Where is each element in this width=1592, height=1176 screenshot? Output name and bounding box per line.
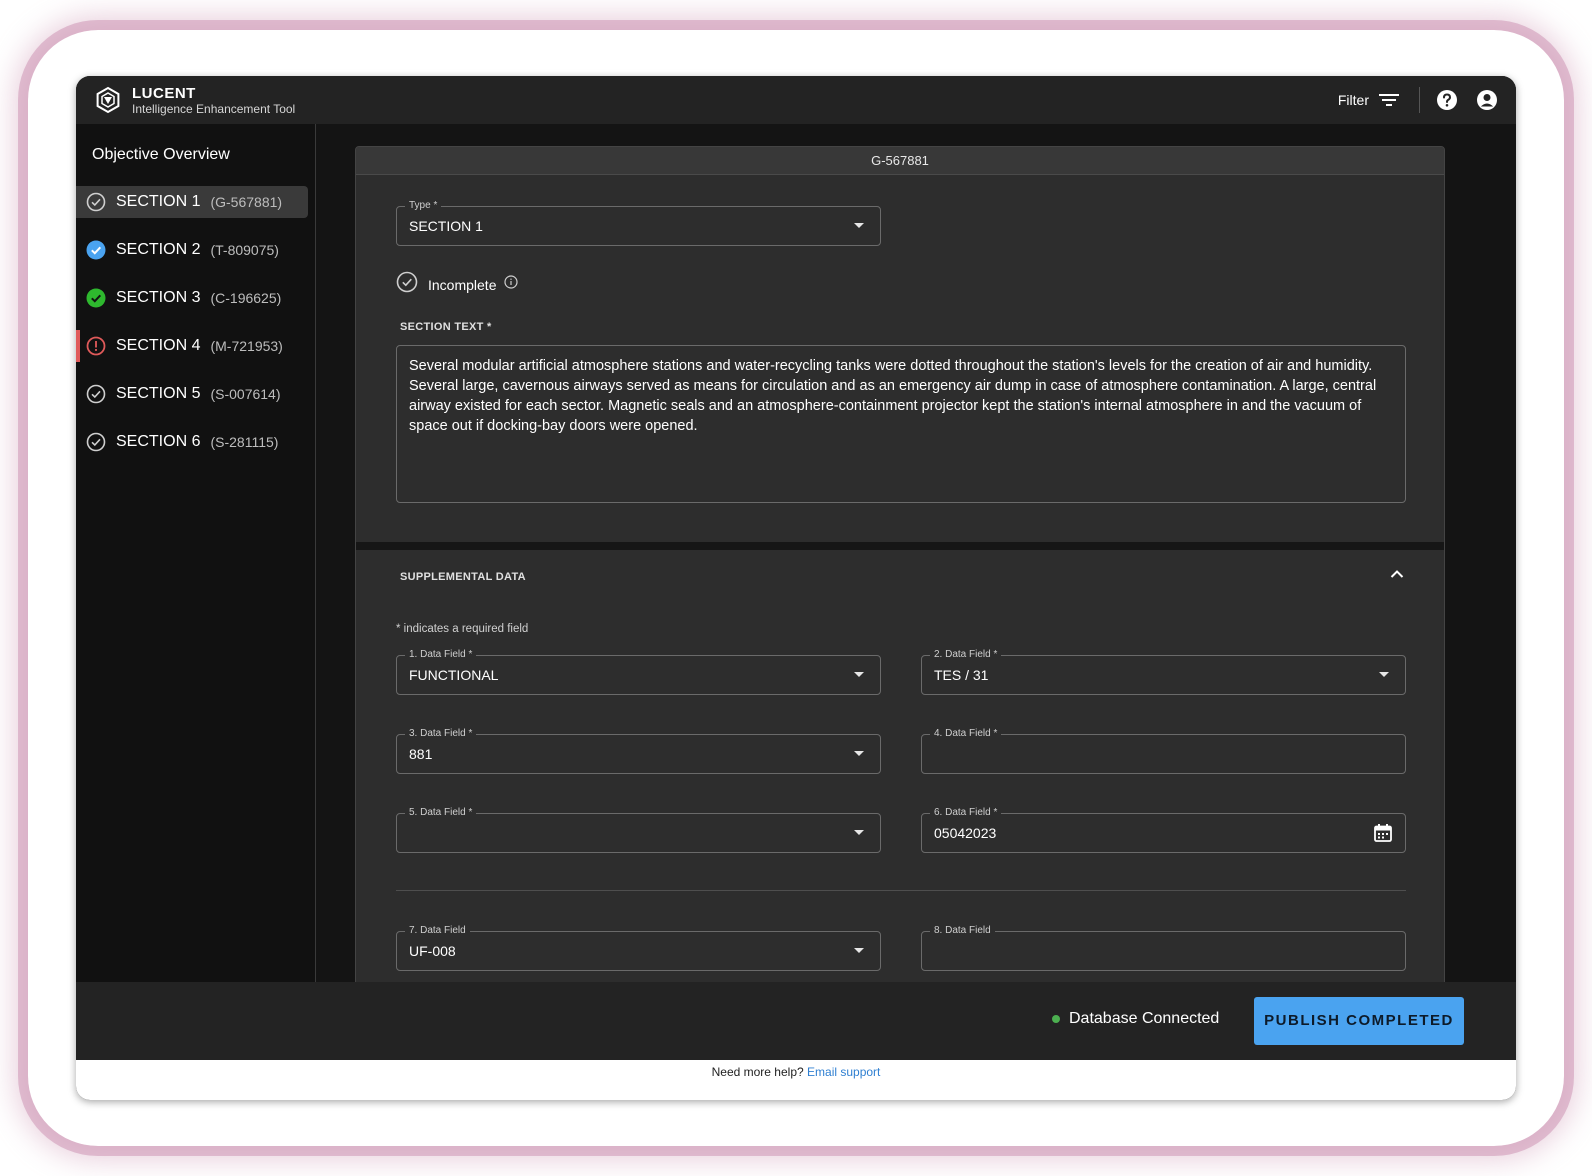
database-status-text: Database Connected xyxy=(1069,1010,1220,1027)
dropdown-arrow-icon xyxy=(854,830,864,835)
sidebar-item-code: (G-567881) xyxy=(210,194,283,210)
section-card: G-567881 Type * SECTION 1 Incomplete SEC… xyxy=(355,146,1445,998)
supplemental-title: SUPPLEMENTAL DATA xyxy=(400,571,526,583)
check-circle-outline-icon[interactable] xyxy=(396,271,418,298)
sidebar-item-code: (C-196625) xyxy=(210,290,282,306)
field-value: 05042023 xyxy=(934,825,997,841)
field-value: SECTION 1 xyxy=(409,218,483,234)
sidebar-item-code: (S-281115) xyxy=(210,434,279,450)
type-select[interactable]: Type * SECTION 1 xyxy=(396,200,881,246)
sidebar-item-code: (M-721953) xyxy=(210,338,283,354)
main-content: G-567881 Type * SECTION 1 Incomplete SEC… xyxy=(317,124,1516,998)
section-nav-list: SECTION 1 (G-567881) SECTION 2 (T-809075… xyxy=(76,186,316,474)
sidebar-item-label: SECTION 1 xyxy=(116,193,201,210)
sidebar-item-code: (T-809075) xyxy=(210,242,279,258)
brand-name: LUCENT xyxy=(132,84,196,102)
top-bar: LUCENT Intelligence Enhancement Tool Fil… xyxy=(76,76,1516,124)
field-value: UF-008 xyxy=(409,943,456,959)
dropdown-arrow-icon xyxy=(1379,672,1389,677)
section-separator xyxy=(356,542,1444,550)
error-circle-icon xyxy=(86,336,106,356)
filter-icon[interactable] xyxy=(1379,92,1399,108)
field-value: 881 xyxy=(409,746,433,762)
app-window: LUCENT Intelligence Enhancement Tool Fil… xyxy=(76,76,1516,1100)
data-field-4-input[interactable]: 4. Data Field * xyxy=(921,728,1406,774)
dropdown-arrow-icon xyxy=(854,672,864,677)
data-field-7-select[interactable]: 7. Data Field UF-008 xyxy=(396,925,881,971)
sidebar-title: Objective Overview xyxy=(92,146,230,163)
field-label: 8. Data Field xyxy=(930,925,995,937)
check-circle-outline-icon xyxy=(86,432,106,452)
sidebar-item-section-5[interactable]: SECTION 5 (S-007614) xyxy=(76,378,308,410)
info-icon[interactable] xyxy=(504,275,519,294)
brand: LUCENT Intelligence Enhancement Tool xyxy=(132,86,295,115)
dropdown-arrow-icon xyxy=(854,948,864,953)
sidebar-item-section-6[interactable]: SECTION 6 (S-281115) xyxy=(76,426,308,458)
check-circle-blue-icon xyxy=(86,240,106,260)
data-field-8-input[interactable]: 8. Data Field xyxy=(921,925,1406,971)
sidebar-item-section-1[interactable]: SECTION 1 (G-567881) xyxy=(76,186,308,218)
toolbar-divider xyxy=(1419,87,1420,113)
sidebar-item-section-2[interactable]: SECTION 2 (T-809075) xyxy=(76,234,308,266)
account-icon[interactable] xyxy=(1476,89,1498,111)
publish-completed-button[interactable]: PUBLISH COMPLETED xyxy=(1254,997,1464,1045)
status-dot-icon xyxy=(1052,1015,1060,1023)
top-bar-actions: Filter xyxy=(1338,76,1516,124)
sidebar-item-section-3[interactable]: SECTION 3 (C-196625) xyxy=(76,282,308,314)
database-status: Database Connected xyxy=(1052,1010,1219,1028)
check-circle-green-icon xyxy=(86,288,106,308)
data-field-3-select[interactable]: 3. Data Field * 881 xyxy=(396,728,881,774)
sidebar-item-label: SECTION 4 xyxy=(116,337,201,354)
check-circle-outline-icon xyxy=(86,192,106,212)
sidebar-item-label: SECTION 3 xyxy=(116,289,201,306)
field-value: FUNCTIONAL xyxy=(409,667,499,683)
section-text-area[interactable]: Several modular artificial atmosphere st… xyxy=(396,345,1406,503)
completion-status[interactable]: Incomplete xyxy=(396,271,519,298)
field-label: 5. Data Field * xyxy=(405,807,477,819)
section-text-label: SECTION TEXT * xyxy=(400,321,492,333)
sidebar-item-label: SECTION 5 xyxy=(116,385,201,402)
brand-subtitle: Intelligence Enhancement Tool xyxy=(132,101,296,116)
sidebar-item-label: SECTION 2 xyxy=(116,241,201,258)
calendar-icon[interactable] xyxy=(1373,823,1393,843)
data-field-1-select[interactable]: 1. Data Field * FUNCTIONAL xyxy=(396,649,881,695)
data-field-2-select[interactable]: 2. Data Field * TES / 31 xyxy=(921,649,1406,695)
sidebar: Objective Overview SECTION 1 (G-567881) … xyxy=(76,124,316,998)
status-label: Incomplete xyxy=(428,276,497,293)
filter-button-label[interactable]: Filter xyxy=(1338,92,1369,108)
footer-bar: Database Connected PUBLISH COMPLETED xyxy=(76,982,1516,1060)
check-circle-outline-icon xyxy=(86,384,106,404)
field-value: TES / 31 xyxy=(934,667,989,683)
sidebar-item-code: (S-007614) xyxy=(210,386,281,402)
fields-divider xyxy=(396,890,1406,891)
required-field-note: * indicates a required field xyxy=(396,623,529,635)
data-field-6-date-input[interactable]: 6. Data Field * 05042023 xyxy=(921,807,1406,853)
email-support-link[interactable]: Email support xyxy=(807,1065,880,1079)
field-label: 4. Data Field * xyxy=(930,728,1002,740)
help-icon[interactable] xyxy=(1436,89,1458,111)
dropdown-arrow-icon xyxy=(854,751,864,756)
lucent-logo-icon xyxy=(94,86,122,114)
help-bar: Need more help? Email support xyxy=(76,1060,1516,1100)
sidebar-item-label: SECTION 6 xyxy=(116,433,201,450)
card-header: G-567881 xyxy=(356,147,1444,175)
chevron-up-icon[interactable] xyxy=(1390,569,1404,579)
dropdown-arrow-icon xyxy=(854,223,864,228)
sidebar-item-section-4[interactable]: SECTION 4 (M-721953) xyxy=(76,330,308,362)
data-field-5-select[interactable]: 5. Data Field * xyxy=(396,807,881,853)
help-text: Need more help? xyxy=(711,1065,804,1079)
